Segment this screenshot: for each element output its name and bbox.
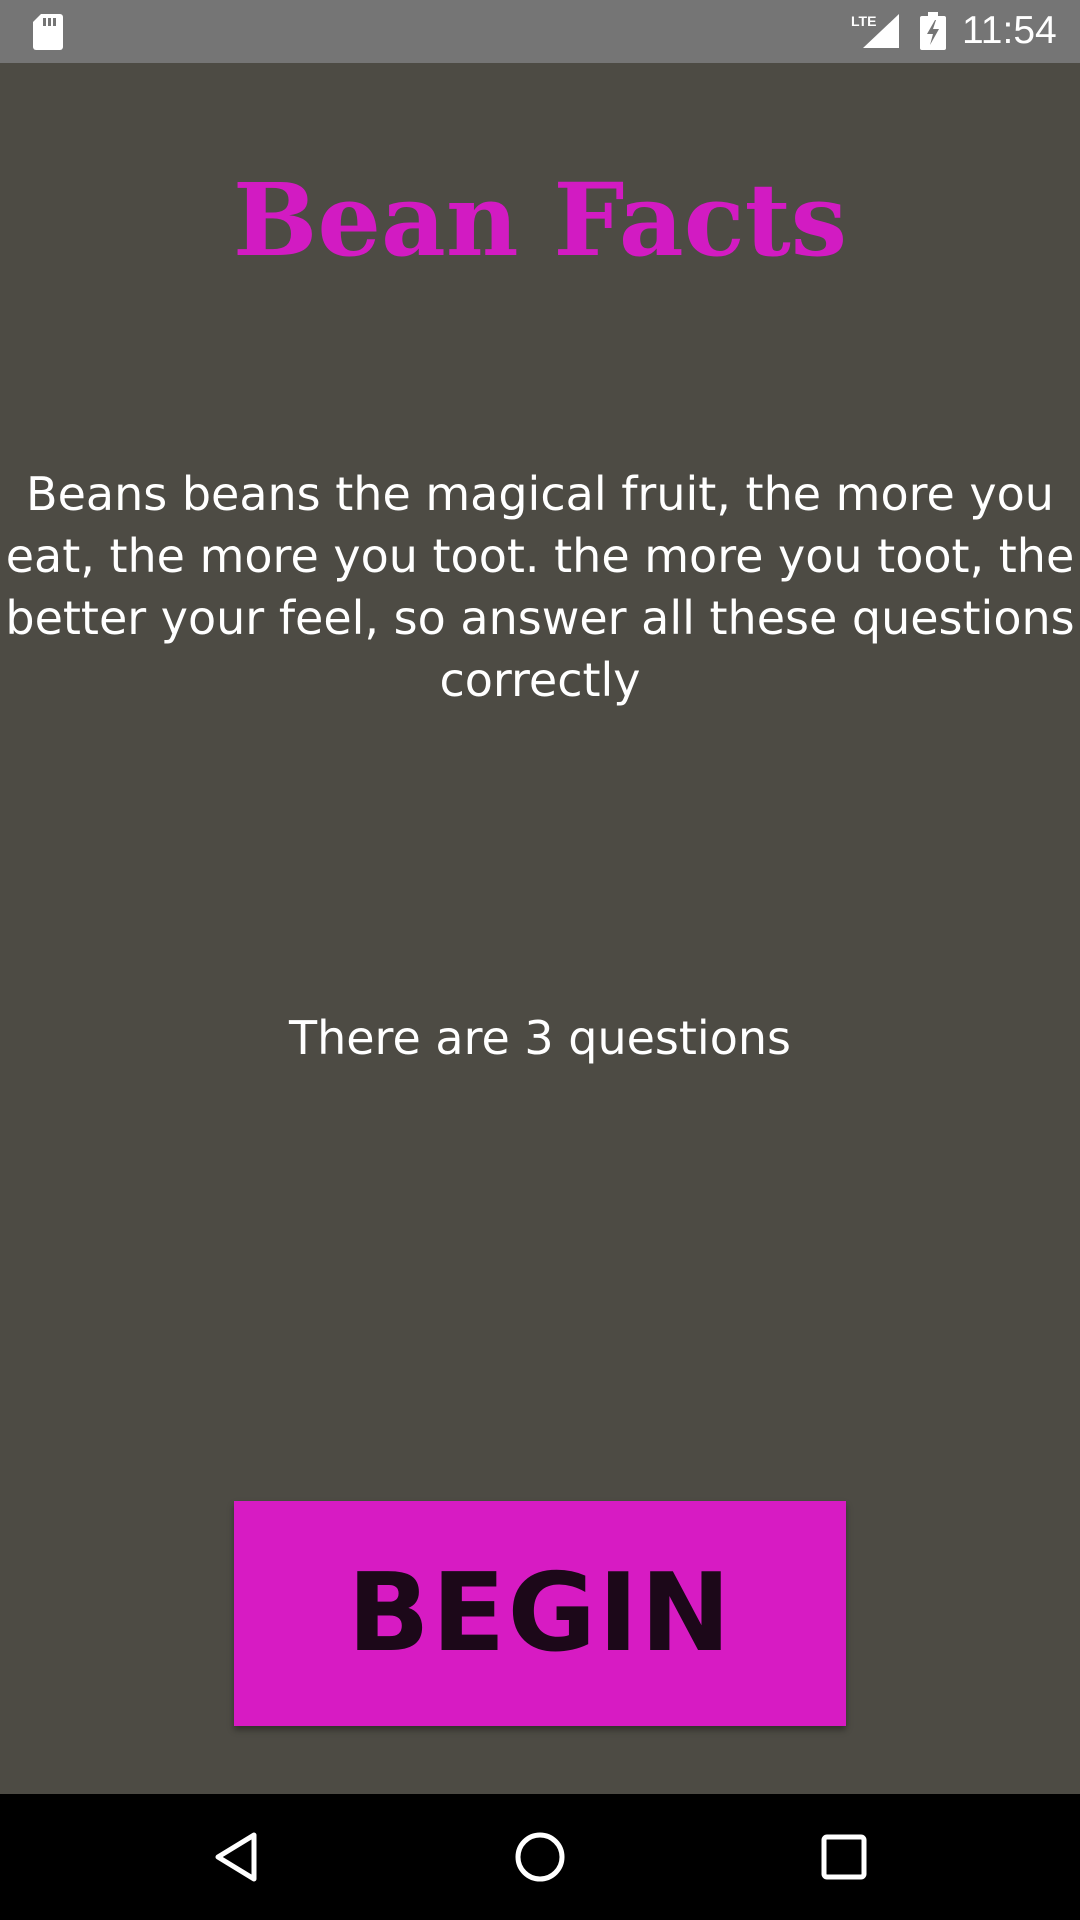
- home-icon: [515, 1832, 565, 1882]
- recents-icon: [821, 1834, 867, 1880]
- main-screen: Bean Facts Beans beans the magical fruit…: [0, 63, 1080, 1794]
- lte-signal-icon: LTE: [851, 13, 899, 48]
- recents-button[interactable]: [774, 1794, 914, 1920]
- navigation-bar: [0, 1794, 1080, 1920]
- sd-card-icon: [33, 14, 63, 50]
- intro-text: Beans beans the magical fruit, the more …: [5, 467, 1075, 707]
- begin-button[interactable]: BEGIN: [234, 1501, 846, 1726]
- status-bar: LTE 11:54: [0, 0, 1080, 63]
- page-title: Bean Facts: [232, 161, 848, 279]
- back-button[interactable]: [166, 1794, 306, 1920]
- home-button[interactable]: [470, 1794, 610, 1920]
- status-clock: 11:54: [962, 9, 1057, 52]
- lte-label: LTE: [851, 13, 876, 29]
- back-icon: [215, 1832, 257, 1882]
- question-count-text: There are 3 questions: [289, 1011, 791, 1065]
- begin-button-label: BEGIN: [347, 1551, 733, 1676]
- battery-charging-icon: [920, 12, 946, 50]
